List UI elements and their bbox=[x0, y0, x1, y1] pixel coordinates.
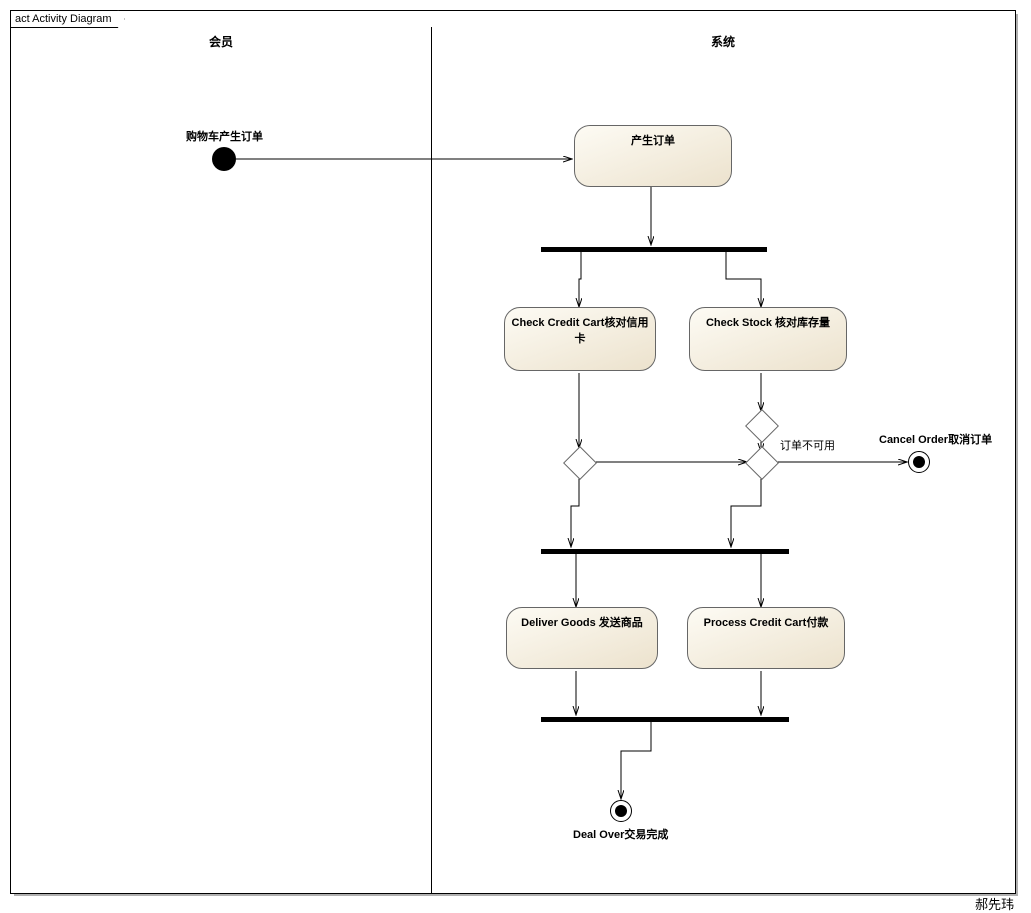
activity-process-credit: Process Credit Cart付款 bbox=[687, 607, 845, 669]
activity-check-credit: Check Credit Cart核对信用卡 bbox=[504, 307, 656, 371]
activity-check-stock: Check Stock 核对库存量 bbox=[689, 307, 847, 371]
activity-generate-order: 产生订单 bbox=[574, 125, 732, 187]
start-node bbox=[212, 147, 236, 171]
diagram-sheet: act Activity Diagram 会员 系统 bbox=[10, 10, 1016, 894]
edges bbox=[11, 11, 1015, 893]
signature: 郝先玮 bbox=[975, 894, 1014, 913]
swimlane-divider bbox=[431, 27, 432, 893]
end-node-dealover bbox=[610, 800, 632, 822]
cancel-label: Cancel Order取消订单 bbox=[879, 431, 992, 447]
merge-node bbox=[745, 446, 779, 480]
join-bar-2 bbox=[541, 549, 789, 554]
swimlane-header-right: 系统 bbox=[431, 33, 1015, 50]
diagram-title-tab: act Activity Diagram bbox=[10, 10, 125, 28]
activity-deliver-goods: Deliver Goods 发送商品 bbox=[506, 607, 658, 669]
decision-credit bbox=[563, 446, 597, 480]
end-node-cancel bbox=[908, 451, 930, 473]
decision-stock bbox=[745, 409, 779, 443]
guard-unavailable: 订单不可用 bbox=[780, 437, 835, 453]
join-bar-3 bbox=[541, 717, 789, 722]
swimlane-header-left: 会员 bbox=[11, 33, 431, 50]
start-label: 购物车产生订单 bbox=[186, 128, 263, 144]
fork-bar-1 bbox=[541, 247, 767, 252]
dealover-label: Deal Over交易完成 bbox=[573, 826, 668, 842]
